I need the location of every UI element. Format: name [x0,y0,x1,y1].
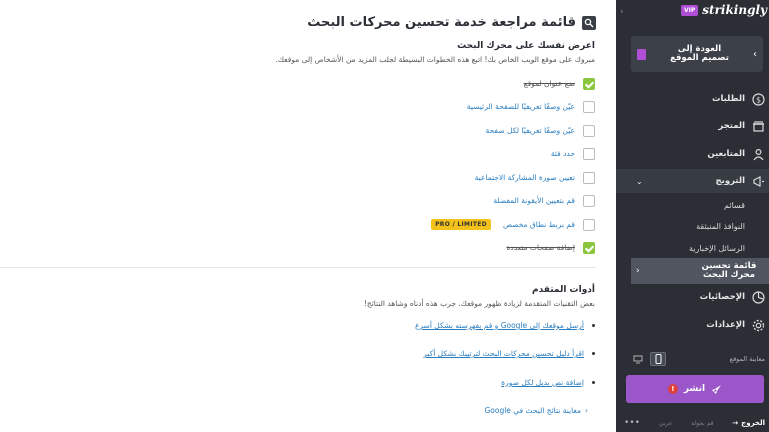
checkbox[interactable] [583,194,595,207]
publish-label: انشر [683,384,706,394]
nav-item-promotion[interactable]: الترويج ⌄ [616,169,769,193]
exit-button[interactable]: الخروج → [732,419,765,427]
todo-item[interactable]: قم بربط نطاق مخصص PRO / LIMITED [431,218,595,231]
google-preview-link[interactable]: ‹ معاينة نتائج البحث في Google [484,406,588,415]
advanced-list-item: اقرأ دليل تحسين محركات البحث لترتيبك بشك… [423,349,595,358]
submit-google-link[interactable]: أرسل موقعك إلى Google و قم بفهرسته بشكل … [415,321,584,330]
section-divider [0,267,596,268]
back-to-editor-button[interactable]: › العودة إلى تصميم الموقع [631,36,763,72]
todo-item[interactable]: إضافة صفحات متعددة [506,241,595,254]
brand: VIP strikingly [681,3,767,17]
nav-item-settings[interactable]: الإعدادات [616,313,769,337]
seo-guide-link[interactable]: اقرأ دليل تحسين محركات البحث لترتيبك بشك… [423,349,584,358]
bullet [592,381,595,384]
todo-label: إضافة صفحات متعددة [506,243,575,252]
todo-link[interactable]: عيّن وصفًا تعريفيًا لكل صفحة [486,126,575,135]
back-label: العودة إلى تصميم الموقع [670,44,729,63]
nav-label: الترويج [715,176,745,186]
vip-badge: VIP [681,4,699,16]
page-title-row: قائمة مراجعة خدمة تحسين محركات البحث [307,15,596,30]
chevron-down-icon: ⌄ [636,176,643,186]
intro-heading: اعرض نفسك على محرك البحث [457,41,595,51]
desktop-icon[interactable] [630,352,646,366]
language-selector[interactable]: عربي [659,420,673,427]
subnav-seo-checklist[interactable]: قائمة تحسين محرك البحث ‹ [631,258,769,284]
subnav-coupons[interactable]: قسائم [724,201,745,210]
exit-label: الخروج [741,419,765,427]
nav-label: الطلبات [711,94,745,104]
subnav-label: قائمة تحسين محرك البحث [701,261,757,280]
nav-item-orders[interactable]: $ الطلبات [616,87,769,111]
chevron-right-icon: › [753,48,757,60]
nav-item-followers[interactable]: المتابعين [616,142,769,166]
checkbox[interactable] [583,100,595,113]
subnav-newsletters[interactable]: الرسائل الإخبارية [689,244,745,253]
advanced-description: بعض التقنيات المتقدمة لزيادة ظهور موقعك.… [363,299,595,308]
seo-checklist-panel: قائمة مراجعة خدمة تحسين محركات البحث اعر… [0,0,616,432]
todo-item[interactable]: قم بتعيين الأيقونة المفضلة [493,194,595,207]
nav-label: المتابعين [707,149,745,159]
advanced-heading: أدوات المتقدم [531,285,595,295]
gear-icon [751,318,765,332]
checkbox-checked[interactable] [583,77,595,90]
subnav-popups[interactable]: النوافذ المنبثقة [696,222,745,231]
more-icon[interactable]: ••• [624,418,640,428]
advanced-list-item: أرسل موقعك إلى Google و قم بفهرسته بشكل … [415,321,595,330]
todo-link[interactable]: عيّن وصفًا تعريفيًا للصفحة الرئيسية [467,102,575,111]
todo-link[interactable]: قم بربط نطاق مخصص [503,220,575,229]
chevron-left-icon: ‹ [585,406,588,415]
checkbox[interactable] [583,171,595,184]
exit-arrow-icon: → [732,419,739,427]
nav-label: المتجر [718,121,745,131]
nav-label: الإعدادات [706,320,745,330]
tour-link[interactable]: قم بجولة [691,420,713,427]
alt-text-link[interactable]: إضافة نص بديل لكل صورة [501,378,584,387]
intro-description: مبروك على موقع الويب الخاص بك! اتبع هذه … [275,55,595,64]
todo-item[interactable]: تعيين صورة المشاركة الاجتماعية [475,171,595,184]
checkbox[interactable] [583,147,595,160]
bullet [592,324,595,327]
warning-icon: ! [667,384,678,394]
megaphone-icon [751,174,765,188]
site-preview-label: معاينة الموقع [729,355,765,363]
todo-item[interactable]: حدد فئة [551,147,595,160]
todo-link[interactable]: قم بتعيين الأيقونة المفضلة [493,196,575,205]
todo-link[interactable]: حدد فئة [551,149,575,158]
chevron-left-icon: ‹ [636,266,640,276]
strikingly-logo: strikingly [702,3,767,17]
pro-limited-badge: PRO / LIMITED [431,219,491,230]
sidebar: › VIP strikingly › العودة إلى تصميم المو… [616,0,769,432]
svg-text:$: $ [755,95,760,104]
stats-icon [751,290,765,304]
collapse-sidebar-icon[interactable]: › [620,7,624,17]
dollar-icon: $ [751,92,765,106]
site-preview-row: معاينة الموقع [630,352,765,366]
checkbox-checked[interactable] [583,241,595,254]
store-icon [751,119,765,133]
todo-label: ضع عنوان لموقع [523,79,575,88]
todo-item[interactable]: ضع عنوان لموقع [524,77,595,90]
mobile-icon[interactable] [650,352,666,366]
publish-button[interactable]: انشر ! [626,375,764,403]
device-toggle [630,352,666,366]
advanced-list-item: إضافة نص بديل لكل صورة [501,378,595,387]
checklist-icon [582,15,596,30]
checkbox[interactable] [583,124,595,137]
nav-item-analytics[interactable]: الإحصائيات [616,285,769,309]
todo-link[interactable]: تعيين صورة المشاركة الاجتماعية [475,173,575,182]
sidebar-footer: الخروج → قم بجولة عربي ••• [624,418,765,428]
todo-item[interactable]: عيّن وصفًا تعريفيًا لكل صفحة [486,124,595,137]
rocket-icon [711,380,722,399]
todo-item[interactable]: عيّن وصفًا تعريفيًا للصفحة الرئيسية [467,100,595,113]
nav-label: الإحصائيات [699,292,745,302]
bullet [592,352,595,355]
nav-item-store[interactable]: المتجر [616,114,769,138]
checkbox[interactable] [583,218,595,231]
users-icon [751,147,765,161]
google-preview-label: معاينة نتائج البحث في Google [484,406,581,415]
book-icon [637,48,646,60]
page-title: قائمة مراجعة خدمة تحسين محركات البحث [307,15,576,30]
